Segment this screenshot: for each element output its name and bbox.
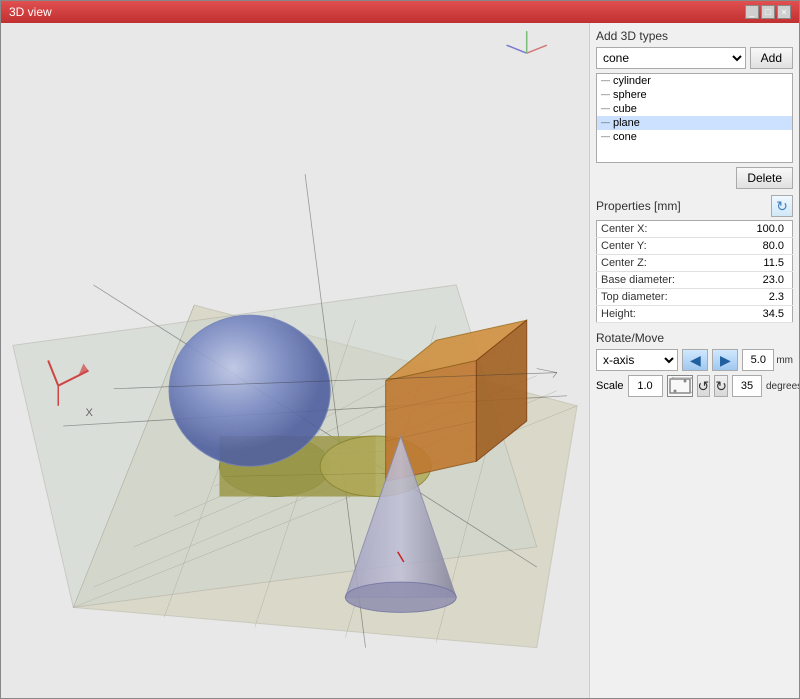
list-item[interactable]: cube xyxy=(597,102,792,116)
prop-value: 23.0 xyxy=(697,272,793,289)
list-item[interactable]: sphere xyxy=(597,88,792,102)
svg-text:X: X xyxy=(85,407,93,419)
content-area: X xyxy=(1,23,799,698)
scale-label: Scale xyxy=(596,380,624,392)
table-row: Base diameter: 23.0 xyxy=(597,272,793,289)
window-title: 3D view xyxy=(9,5,52,19)
move-unit-label: mm xyxy=(776,355,793,366)
list-item[interactable]: cylinder xyxy=(597,74,792,88)
properties-label: Properties [mm] xyxy=(596,199,681,213)
delete-button[interactable]: Delete xyxy=(736,167,793,189)
scale-box xyxy=(667,375,693,397)
main-window: 3D view _ □ × xyxy=(0,0,800,699)
close-button[interactable]: × xyxy=(777,5,791,19)
prop-value: 100.0 xyxy=(697,221,793,238)
minimize-button[interactable]: _ xyxy=(745,5,759,19)
list-item[interactable]: plane xyxy=(597,116,792,130)
maximize-button[interactable]: □ xyxy=(761,5,775,19)
prop-key: Base diameter: xyxy=(597,272,697,289)
add-section-label: Add 3D types xyxy=(596,29,793,43)
scale-value-input[interactable] xyxy=(628,375,663,397)
axis-dropdown[interactable]: x-axis y-axis z-axis xyxy=(596,349,678,371)
type-dropdown[interactable]: cone cylinder sphere cube plane xyxy=(596,47,746,69)
table-row: Center Y: 80.0 xyxy=(597,238,793,255)
delete-row: Delete xyxy=(596,167,793,189)
table-row: Center Z: 11.5 xyxy=(597,255,793,272)
table-row: Top diameter: 2.3 xyxy=(597,289,793,306)
add-button[interactable]: Add xyxy=(750,47,793,69)
table-row: Height: 34.5 xyxy=(597,306,793,323)
list-item[interactable]: cone xyxy=(597,130,792,144)
prop-value: 80.0 xyxy=(697,238,793,255)
move-right-button[interactable]: ▶ xyxy=(712,349,738,371)
rotate-cw-button[interactable]: ↻ xyxy=(714,375,728,397)
add-row: cone cylinder sphere cube plane Add xyxy=(596,47,793,69)
shapes-list[interactable]: cylinder sphere cube plane cone xyxy=(596,73,793,163)
rotate-ccw-button[interactable]: ↺ xyxy=(697,375,711,397)
move-left-button[interactable]: ◀ xyxy=(682,349,708,371)
prop-key: Center Z: xyxy=(597,255,697,272)
scale-row: Scale ↺ xyxy=(596,375,793,397)
rotate-section: Rotate/Move x-axis y-axis z-axis ◀ ▶ mm … xyxy=(596,331,793,397)
title-bar: 3D view _ □ × xyxy=(1,1,799,23)
viewport-3d[interactable]: X xyxy=(1,23,589,698)
props-header: Properties [mm] ↻ xyxy=(596,195,793,217)
degrees-value-input[interactable] xyxy=(732,375,762,397)
table-row: Center X: 100.0 xyxy=(597,221,793,238)
degrees-label: degrees xyxy=(766,381,799,392)
move-value-input[interactable] xyxy=(742,349,774,371)
properties-section: Properties [mm] ↻ Center X: 100.0 Center… xyxy=(596,195,793,323)
rotate-move-label: Rotate/Move xyxy=(596,331,664,345)
prop-value: 2.3 xyxy=(697,289,793,306)
refresh-button[interactable]: ↻ xyxy=(771,195,793,217)
title-bar-buttons: _ □ × xyxy=(745,5,791,19)
prop-key: Center X: xyxy=(597,221,697,238)
right-panel: Add 3D types cone cylinder sphere cube p… xyxy=(589,23,799,698)
prop-key: Top diameter: xyxy=(597,289,697,306)
move-row: x-axis y-axis z-axis ◀ ▶ mm xyxy=(596,349,793,371)
add-section: Add 3D types cone cylinder sphere cube p… xyxy=(596,29,793,189)
properties-table: Center X: 100.0 Center Y: 80.0 Center Z:… xyxy=(596,220,793,323)
prop-key: Height: xyxy=(597,306,697,323)
prop-key: Center Y: xyxy=(597,238,697,255)
prop-value: 34.5 xyxy=(697,306,793,323)
prop-value: 11.5 xyxy=(697,255,793,272)
